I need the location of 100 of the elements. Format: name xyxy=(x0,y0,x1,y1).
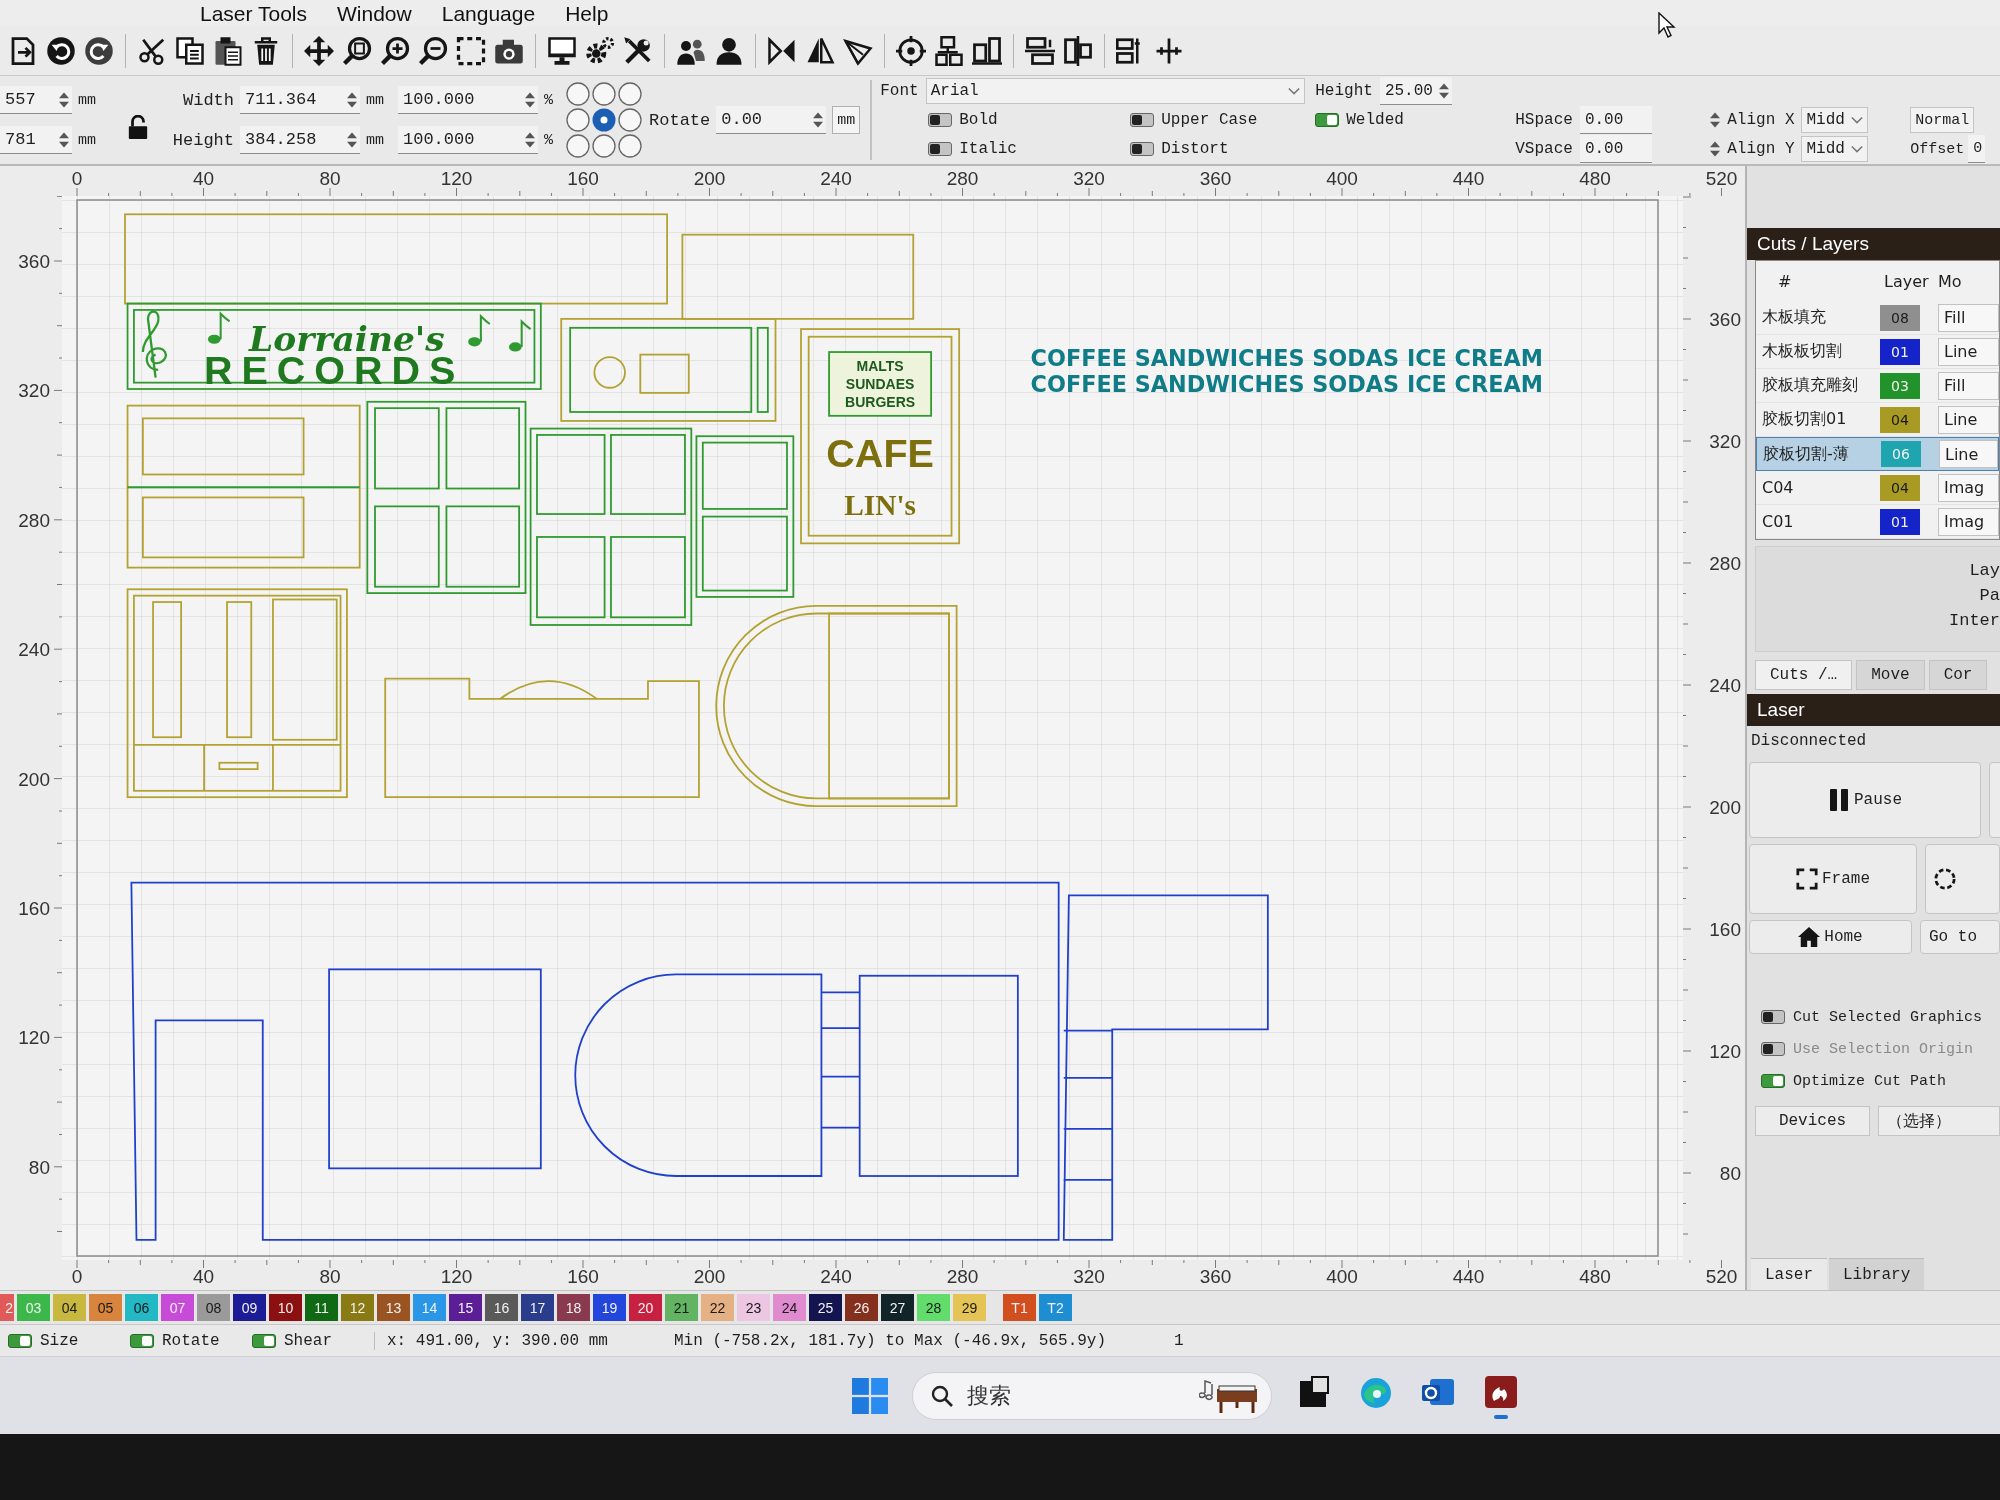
scale-field[interactable]: 100.000 xyxy=(398,126,538,154)
spin-arrows-icon[interactable] xyxy=(347,131,357,148)
layer-row[interactable]: 胶板切割01 04 Line xyxy=(1756,403,1999,437)
toggle-switch[interactable] xyxy=(1130,142,1155,156)
zoom-out-icon[interactable] xyxy=(418,35,448,66)
toggle-switch[interactable] xyxy=(928,113,953,127)
spin-arrows-icon[interactable] xyxy=(525,91,535,108)
panel-tab[interactable]: Cor xyxy=(1928,660,1988,690)
palette-swatch[interactable]: 12 xyxy=(341,1294,374,1321)
zoom-in-icon[interactable] xyxy=(380,35,410,66)
toggle-switch[interactable] xyxy=(252,1333,276,1348)
align-bars-icon[interactable] xyxy=(972,35,1002,66)
monitor-icon[interactable] xyxy=(547,35,577,66)
palette-swatch[interactable]: 24 xyxy=(773,1294,806,1321)
palette-swatch[interactable]: 21 xyxy=(665,1294,698,1321)
redo-icon[interactable] xyxy=(84,35,114,66)
palette-swatch[interactable]: 08 xyxy=(197,1294,230,1321)
dimension-field[interactable]: 384.258 xyxy=(240,126,360,154)
origin-point-radio[interactable] xyxy=(592,82,616,106)
four-squares-icon[interactable] xyxy=(852,1377,888,1414)
stack-boxes-icon[interactable] xyxy=(1025,35,1055,66)
origin-point-radio[interactable] xyxy=(618,82,642,106)
y-position-field[interactable]: 781 xyxy=(0,126,72,154)
origin-point-radio[interactable] xyxy=(618,134,642,158)
origin-point-radio[interactable] xyxy=(566,134,590,158)
palette-swatch[interactable]: 25 xyxy=(809,1294,842,1321)
rotate-field[interactable]: 0.00 xyxy=(716,106,827,134)
toggle-switch[interactable] xyxy=(8,1333,32,1348)
spin-arrows-icon[interactable] xyxy=(1438,82,1449,99)
settings-icon[interactable] xyxy=(585,35,615,66)
spin-arrows-icon[interactable] xyxy=(59,131,69,148)
palette-swatch[interactable]: 16 xyxy=(485,1294,518,1321)
mode-dropdown[interactable]: Fill xyxy=(1938,371,1999,400)
toggle-switch[interactable] xyxy=(928,142,953,156)
palette-swatch[interactable]: 10 xyxy=(269,1294,302,1321)
mode-dropdown[interactable]: Line xyxy=(1938,337,1999,366)
align-dropdown[interactable]: Midd xyxy=(1801,136,1868,162)
align-dropdown[interactable]: Midd xyxy=(1801,107,1868,133)
unit-button[interactable]: mm xyxy=(832,106,861,134)
layer-color-swatch[interactable]: 01 xyxy=(1880,338,1920,365)
origin-point-radio[interactable] xyxy=(592,134,616,158)
palette-swatch[interactable]: 05 xyxy=(89,1294,122,1321)
wrench-screwdriver-icon[interactable] xyxy=(623,35,653,66)
layer-color-swatch[interactable]: 08 xyxy=(1880,304,1920,331)
palette-swatch[interactable]: 28 xyxy=(917,1294,950,1321)
menu-item[interactable]: Laser Tools xyxy=(200,1,307,26)
palette-swatch[interactable]: 23 xyxy=(737,1294,770,1321)
magnifier-icon[interactable] xyxy=(342,35,372,66)
vspace-field[interactable]: 0.00 xyxy=(1579,135,1652,163)
device-dropdown[interactable]: （选择） xyxy=(1878,1106,2000,1136)
move-icon[interactable] xyxy=(304,35,334,66)
palette-swatch[interactable]: 18 xyxy=(557,1294,590,1321)
mode-dropdown[interactable]: Imag xyxy=(1938,473,1999,502)
palette-swatch[interactable]: 27 xyxy=(881,1294,914,1321)
origin-point-radio[interactable] xyxy=(592,108,616,132)
toggle-switch[interactable] xyxy=(130,1333,154,1348)
layer-color-swatch[interactable]: 04 xyxy=(1880,406,1920,433)
origin-point-radio[interactable] xyxy=(618,108,642,132)
panel-button[interactable] xyxy=(1925,844,2000,914)
layer-color-swatch[interactable]: 03 xyxy=(1880,372,1920,399)
search-input[interactable]: 搜索 xyxy=(965,1377,1187,1414)
panel-tab[interactable]: Cuts /… xyxy=(1755,660,1853,690)
person-icon[interactable] xyxy=(714,35,744,66)
layer-row[interactable]: C01 01 Imag xyxy=(1756,505,1999,539)
palette-swatch[interactable]: 06 xyxy=(125,1294,158,1321)
panel-button[interactable]: Go to xyxy=(1920,920,2000,954)
palette-swatch[interactable]: 11 xyxy=(305,1294,338,1321)
palette-swatch[interactable]: 20 xyxy=(629,1294,662,1321)
palette-swatch[interactable]: 26 xyxy=(845,1294,878,1321)
layer-row[interactable]: 胶板填充雕刻 03 Fill xyxy=(1756,369,1999,403)
origin-point-radio[interactable] xyxy=(566,82,590,106)
flip-triangles-icon[interactable] xyxy=(805,35,835,66)
layer-row[interactable]: C04 04 Imag xyxy=(1756,471,1999,505)
panel-tab[interactable]: Library xyxy=(1829,1258,1925,1290)
offset-field[interactable]: 0 xyxy=(1968,135,1986,163)
undo-icon[interactable] xyxy=(46,35,76,66)
menu-item[interactable]: Language xyxy=(441,1,536,26)
toggle-switch[interactable] xyxy=(1761,1010,1785,1024)
toggle-switch[interactable] xyxy=(1315,113,1340,127)
frame-button[interactable]: Frame xyxy=(1749,844,1917,914)
layer-row[interactable]: 木板填充 08 Fill xyxy=(1756,301,1999,335)
hspace-field[interactable]: 0.00 xyxy=(1579,106,1652,134)
panel-tab[interactable]: Laser xyxy=(1751,1258,1827,1290)
align-boxes-icon[interactable] xyxy=(934,35,964,66)
layer-row[interactable]: 木板板切割 01 Line xyxy=(1756,335,1999,369)
dashed-rectangle-icon[interactable] xyxy=(456,35,486,66)
dimension-field[interactable]: 711.364 xyxy=(240,86,360,114)
toggle-switch[interactable] xyxy=(1761,1074,1785,1088)
menu-item[interactable]: Help xyxy=(565,1,609,26)
palette-swatch[interactable]: 04 xyxy=(53,1294,86,1321)
palette-swatch[interactable]: 17 xyxy=(521,1294,554,1321)
x-position-field[interactable]: 557 xyxy=(0,86,72,114)
layer-row[interactable]: 胶板切割-薄 06 Line xyxy=(1756,437,1999,471)
crosshair-icon[interactable] xyxy=(896,35,926,66)
toggle-switch[interactable] xyxy=(1130,113,1155,127)
mode-dropdown[interactable]: Fill xyxy=(1938,303,1999,332)
layer-color-swatch[interactable]: 04 xyxy=(1880,474,1920,501)
mirror-triangles-icon[interactable] xyxy=(767,35,797,66)
origin-point-radio[interactable] xyxy=(566,108,590,132)
text-height-field[interactable]: 25.00 xyxy=(1379,77,1452,105)
